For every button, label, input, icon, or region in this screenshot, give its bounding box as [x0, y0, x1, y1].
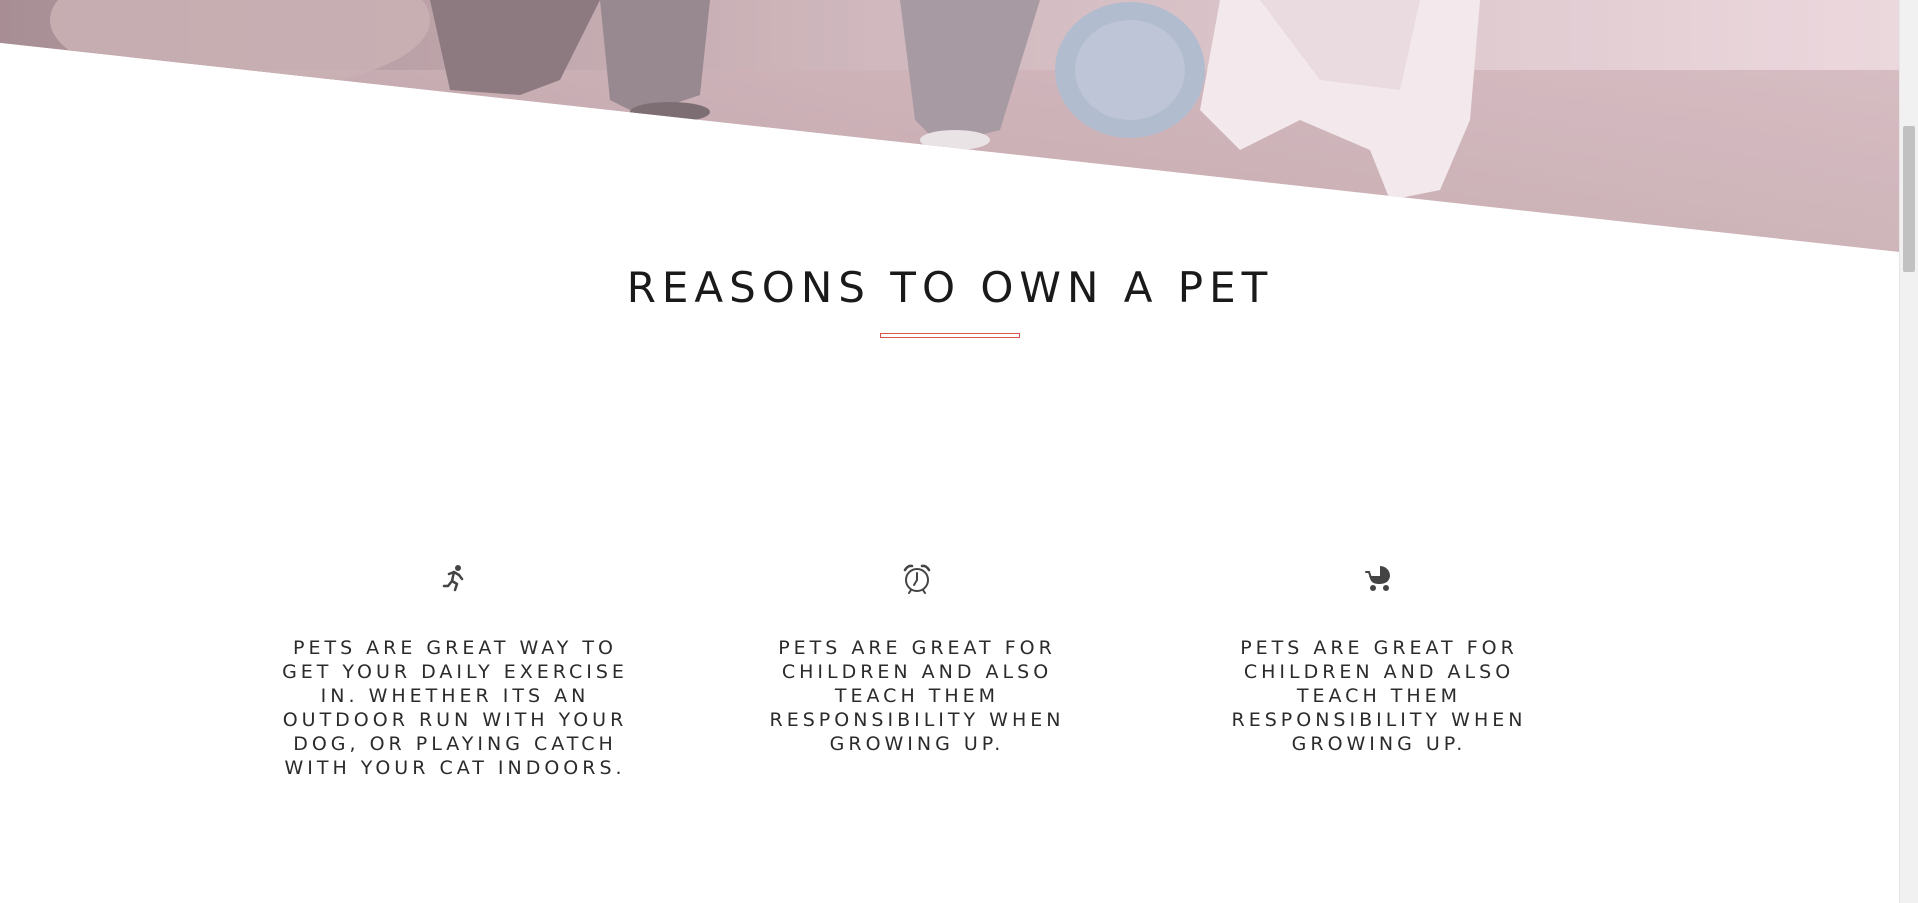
title-underline	[880, 333, 1020, 338]
feature-children: PETS ARE GREAT FOR CHILDREN AND ALSO TEA…	[727, 562, 1107, 756]
feature-exercise: PETS ARE GREAT WAY TO GET YOUR DAILY EXE…	[265, 562, 645, 780]
alarm-clock-icon	[901, 562, 933, 594]
baby-stroller-icon	[1363, 562, 1395, 594]
feature-responsibility-text: PETS ARE GREAT FOR CHILDREN AND ALSO TEA…	[1231, 637, 1527, 755]
scrollbar-thumb[interactable]	[1903, 126, 1915, 272]
vertical-scrollbar[interactable]	[1899, 0, 1918, 903]
feature-exercise-text: PETS ARE GREAT WAY TO GET YOUR DAILY EXE…	[282, 637, 628, 779]
feature-children-text: PETS ARE GREAT FOR CHILDREN AND ALSO TEA…	[769, 637, 1065, 755]
page: REASONS TO OWN A PET PETS ARE GREAT WAY …	[0, 0, 1918, 903]
running-person-icon	[439, 562, 471, 594]
section-title: REASONS TO OWN A PET	[626, 263, 1274, 312]
feature-responsibility: PETS ARE GREAT FOR CHILDREN AND ALSO TEA…	[1189, 562, 1569, 756]
hero-image	[0, 0, 1900, 252]
